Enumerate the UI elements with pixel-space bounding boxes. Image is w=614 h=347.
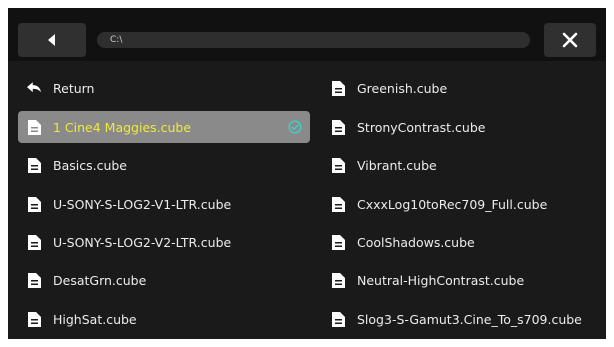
- file-item[interactable]: CoolShadows.cube: [324, 226, 596, 258]
- file-label: Neutral-HighContrast.cube: [357, 272, 525, 288]
- file-label: Slog3-S-Gamut3.Cine_To_s709.cube: [357, 311, 582, 327]
- current-path: C:\: [110, 35, 123, 45]
- file-label: DesatGrn.cube: [53, 272, 147, 288]
- file-label: HighSat.cube: [53, 311, 137, 327]
- document-icon: [331, 196, 345, 212]
- file-label: StronyContrast.cube: [357, 119, 486, 135]
- document-icon: [331, 80, 345, 96]
- file-item[interactable]: Basics.cube: [18, 149, 310, 181]
- document-icon: [27, 119, 41, 135]
- file-item[interactable]: Neutral-HighContrast.cube: [324, 264, 596, 296]
- document-icon: [27, 196, 41, 212]
- lut-file-browser: C:\ Return 1 Cine4 Maggies.cube Basics.c…: [8, 8, 606, 339]
- document-icon: [27, 157, 41, 173]
- file-item[interactable]: HighSat.cube: [18, 303, 310, 335]
- document-icon: [331, 234, 345, 250]
- document-icon: [331, 157, 345, 173]
- triangle-left-icon: [48, 34, 55, 46]
- file-item-selected[interactable]: 1 Cine4 Maggies.cube: [18, 111, 310, 143]
- file-label: U-SONY-S-LOG2-V1-LTR.cube: [53, 196, 232, 212]
- file-list: Return 1 Cine4 Maggies.cube Basics.cube …: [8, 61, 606, 339]
- document-icon: [27, 311, 41, 327]
- file-label: Return: [53, 80, 95, 96]
- document-icon: [331, 119, 345, 135]
- file-label: Greenish.cube: [357, 80, 448, 96]
- back-button[interactable]: [18, 23, 86, 57]
- file-label: Basics.cube: [53, 157, 127, 173]
- close-icon: [562, 32, 578, 48]
- file-label: CoolShadows.cube: [357, 234, 475, 250]
- file-item[interactable]: StronyContrast.cube: [324, 111, 596, 143]
- document-icon: [331, 311, 345, 327]
- file-label: CxxxLog10toRec709_Full.cube: [357, 196, 548, 212]
- check-circle-icon: [288, 120, 302, 134]
- document-icon: [331, 272, 345, 288]
- toolbar: C:\: [8, 8, 606, 61]
- file-label: U-SONY-S-LOG2-V2-LTR.cube: [53, 234, 232, 250]
- file-label: Vibrant.cube: [357, 157, 437, 173]
- file-item[interactable]: CxxxLog10toRec709_Full.cube: [324, 188, 596, 220]
- file-item[interactable]: U-SONY-S-LOG2-V2-LTR.cube: [18, 226, 310, 258]
- document-icon: [27, 234, 41, 250]
- file-item[interactable]: Greenish.cube: [324, 72, 596, 104]
- close-button[interactable]: [544, 23, 596, 57]
- return-arrow-icon: [27, 80, 41, 96]
- file-item[interactable]: Vibrant.cube: [324, 149, 596, 181]
- path-bar: C:\: [97, 32, 530, 48]
- file-item[interactable]: U-SONY-S-LOG2-V1-LTR.cube: [18, 188, 310, 220]
- file-label: 1 Cine4 Maggies.cube: [53, 119, 192, 135]
- file-item[interactable]: Slog3-S-Gamut3.Cine_To_s709.cube: [324, 303, 596, 335]
- return-item[interactable]: Return: [18, 72, 310, 104]
- file-item[interactable]: DesatGrn.cube: [18, 264, 310, 296]
- document-icon: [27, 272, 41, 288]
